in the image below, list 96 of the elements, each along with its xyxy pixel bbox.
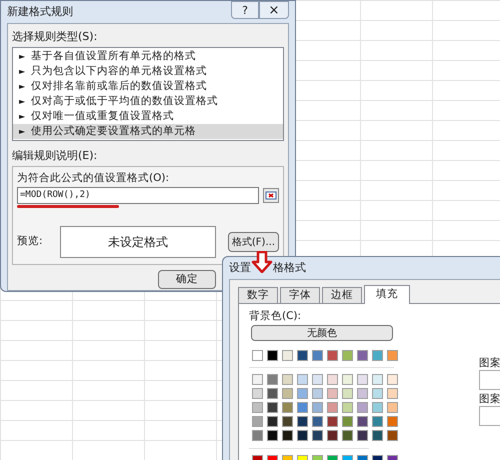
color-swatch[interactable] xyxy=(267,388,278,399)
field-label: 图案 xyxy=(479,357,500,370)
tab[interactable]: 字体 xyxy=(280,287,320,303)
bullet-icon: ► xyxy=(19,110,26,122)
color-swatch[interactable] xyxy=(312,402,323,413)
color-swatch[interactable] xyxy=(267,350,278,361)
color-swatch[interactable] xyxy=(387,416,398,427)
color-swatch[interactable] xyxy=(387,350,398,361)
section-label: 编辑规则说明(E): xyxy=(12,149,98,163)
color-swatch[interactable] xyxy=(267,374,278,385)
color-swatch[interactable] xyxy=(267,416,278,427)
tab[interactable]: 边框 xyxy=(322,287,362,303)
color-swatch[interactable] xyxy=(372,402,383,413)
color-swatch[interactable] xyxy=(312,374,323,385)
color-swatch[interactable] xyxy=(342,416,353,427)
collapse-dialog-icon[interactable] xyxy=(263,188,279,203)
field-label: 背景色(C): xyxy=(249,309,302,323)
color-swatch[interactable] xyxy=(342,350,353,361)
field-label: 预览: xyxy=(17,234,44,250)
color-swatch[interactable] xyxy=(372,416,383,427)
color-swatch[interactable] xyxy=(297,374,308,385)
color-swatch[interactable] xyxy=(312,416,323,427)
color-swatch[interactable] xyxy=(357,402,368,413)
help-button[interactable]: ? xyxy=(231,1,259,19)
color-swatch[interactable] xyxy=(252,374,263,385)
color-swatch[interactable] xyxy=(282,430,293,441)
color-swatch[interactable] xyxy=(342,388,353,399)
color-swatch[interactable] xyxy=(282,374,293,385)
color-swatch[interactable] xyxy=(387,430,398,441)
formula-field[interactable]: =MOD(ROW(),2) xyxy=(17,187,259,204)
color-swatch[interactable] xyxy=(387,374,398,385)
color-swatch[interactable] xyxy=(372,388,383,399)
color-swatch[interactable] xyxy=(327,430,338,441)
color-swatch[interactable] xyxy=(327,402,338,413)
rule-type-item[interactable]: ► 使用公式确定要设置格式的单元格 xyxy=(13,124,283,139)
rule-type-item[interactable]: ► 基于各自值设置所有单元格的格式 xyxy=(13,49,283,64)
color-swatch[interactable] xyxy=(282,402,293,413)
color-swatch[interactable] xyxy=(327,374,338,385)
color-swatch[interactable] xyxy=(297,416,308,427)
color-swatch[interactable] xyxy=(312,430,323,441)
color-swatch[interactable] xyxy=(327,388,338,399)
preview-box: 未设定格式 xyxy=(60,226,216,258)
field-label: 图案 xyxy=(479,393,500,406)
window-title: 设置 xyxy=(229,260,251,276)
color-swatch[interactable] xyxy=(372,374,383,385)
color-swatch[interactable] xyxy=(282,416,293,427)
color-swatch[interactable] xyxy=(357,388,368,399)
color-swatch[interactable] xyxy=(327,350,338,361)
color-swatch[interactable] xyxy=(357,374,368,385)
color-swatch[interactable] xyxy=(387,388,398,399)
color-swatch[interactable] xyxy=(297,402,308,413)
color-swatch[interactable] xyxy=(357,416,368,427)
color-swatch[interactable] xyxy=(357,430,368,441)
color-swatch[interactable] xyxy=(372,430,383,441)
color-swatch[interactable] xyxy=(282,388,293,399)
color-swatch[interactable] xyxy=(342,374,353,385)
color-swatch[interactable] xyxy=(252,402,263,413)
field-label: 为符合此公式的值设置格式(O): xyxy=(17,171,170,185)
pattern-field[interactable] xyxy=(479,406,500,426)
close-button[interactable]: × xyxy=(259,1,289,19)
color-swatch[interactable] xyxy=(297,350,308,361)
bullet-icon: ► xyxy=(19,66,26,78)
bullet-icon: ► xyxy=(19,80,26,92)
bullet-icon: ► xyxy=(19,96,26,108)
color-swatch[interactable] xyxy=(342,430,353,441)
color-swatch[interactable] xyxy=(267,430,278,441)
no-color-button[interactable]: 无颜色 xyxy=(251,325,393,341)
color-swatch[interactable] xyxy=(282,350,293,361)
rule-type-item[interactable]: ► 只为包含以下内容的单元格设置格式 xyxy=(13,64,283,79)
window-title: 新建格式规则 xyxy=(7,4,73,20)
section-label: 选择规则类型(S): xyxy=(12,30,98,44)
color-swatch[interactable] xyxy=(267,402,278,413)
tab[interactable]: 填充 xyxy=(364,285,410,304)
window-title: 格格式 xyxy=(273,260,306,276)
color-swatch[interactable] xyxy=(312,388,323,399)
pattern-field[interactable] xyxy=(479,370,500,390)
ok-button[interactable]: 确定 xyxy=(158,270,216,289)
bullet-icon: ► xyxy=(19,126,26,138)
rule-type-item[interactable]: ► 仅对高于或低于平均值的数值设置格式 xyxy=(13,94,283,109)
tab[interactable]: 数字 xyxy=(238,287,278,303)
color-swatch[interactable] xyxy=(297,430,308,441)
color-swatch[interactable] xyxy=(252,350,263,361)
color-swatch[interactable] xyxy=(342,402,353,413)
color-swatch[interactable] xyxy=(327,416,338,427)
color-swatch[interactable] xyxy=(357,350,368,361)
rule-type-item[interactable]: ► 仅对唯一值或重复值设置格式 xyxy=(13,109,283,124)
color-swatch[interactable] xyxy=(387,402,398,413)
color-swatch[interactable] xyxy=(252,416,263,427)
bullet-icon: ► xyxy=(19,50,26,62)
format-button[interactable]: 格式(F)... xyxy=(228,232,279,252)
rule-type-item[interactable]: ► 仅对排名靠前或靠后的数值设置格式 xyxy=(13,79,283,94)
color-swatch[interactable] xyxy=(297,388,308,399)
color-swatch[interactable] xyxy=(372,350,383,361)
color-swatch[interactable] xyxy=(312,350,323,361)
color-swatch[interactable] xyxy=(252,430,263,441)
color-swatch[interactable] xyxy=(252,388,263,399)
